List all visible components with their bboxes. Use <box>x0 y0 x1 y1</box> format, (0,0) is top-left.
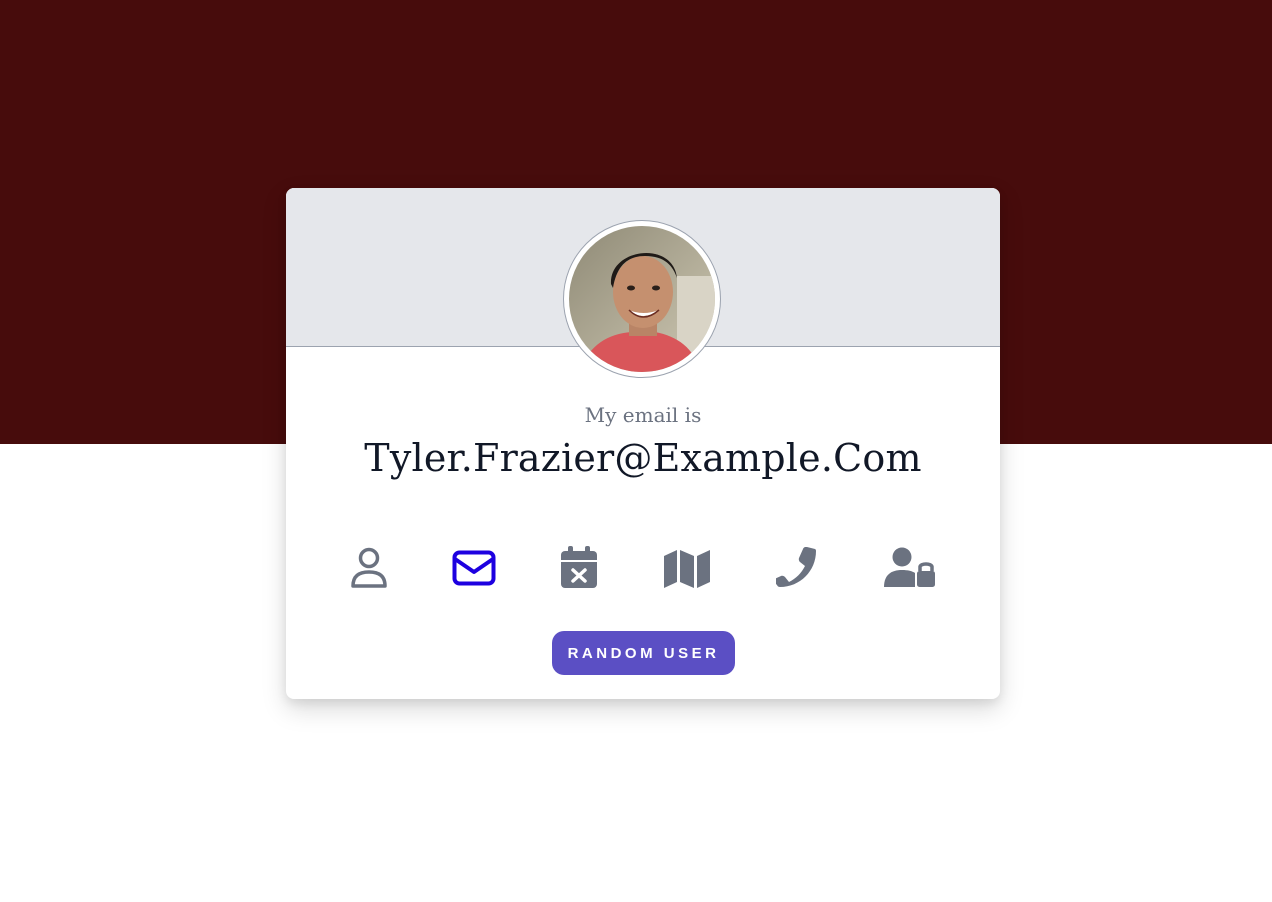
map-icon[interactable] <box>659 543 715 593</box>
user-lock-icon[interactable] <box>882 543 938 593</box>
envelope-icon[interactable] <box>446 543 502 593</box>
user-icon[interactable] <box>341 543 397 593</box>
info-value: Tyler.Frazier@Example.Com <box>364 436 922 480</box>
profile-card: My email is Tyler.Frazier@Example.Com RA… <box>286 188 1000 699</box>
phone-icon[interactable] <box>769 543 825 593</box>
info-tabs <box>286 543 1000 593</box>
info-label: My email is <box>584 403 702 427</box>
random-user-button[interactable]: RANDOM USER <box>552 631 735 675</box>
calendar-icon[interactable] <box>551 543 607 593</box>
avatar <box>563 220 721 378</box>
avatar-photo <box>569 226 715 372</box>
